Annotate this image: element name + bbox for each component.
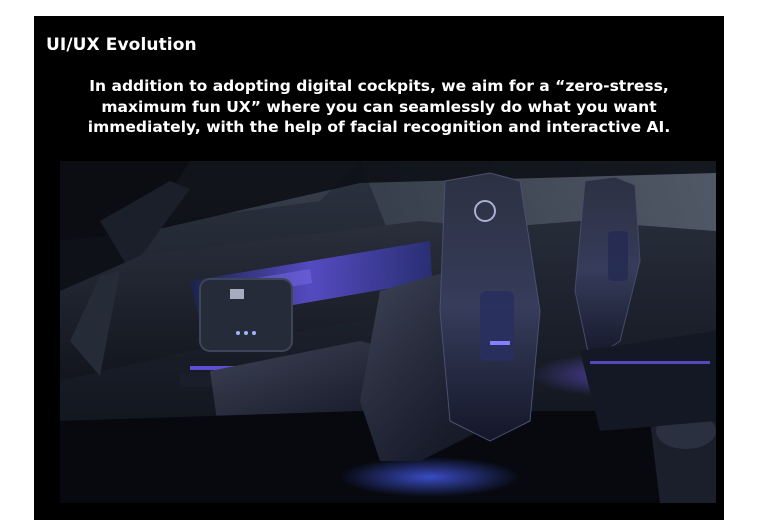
slide-title: UI/UX Evolution — [46, 35, 197, 55]
lead-text: In addition to adopting digital cockpits… — [87, 77, 671, 136]
car-interior-image — [60, 161, 716, 503]
slide-panel: UI/UX Evolution In addition to adopting … — [34, 16, 724, 520]
